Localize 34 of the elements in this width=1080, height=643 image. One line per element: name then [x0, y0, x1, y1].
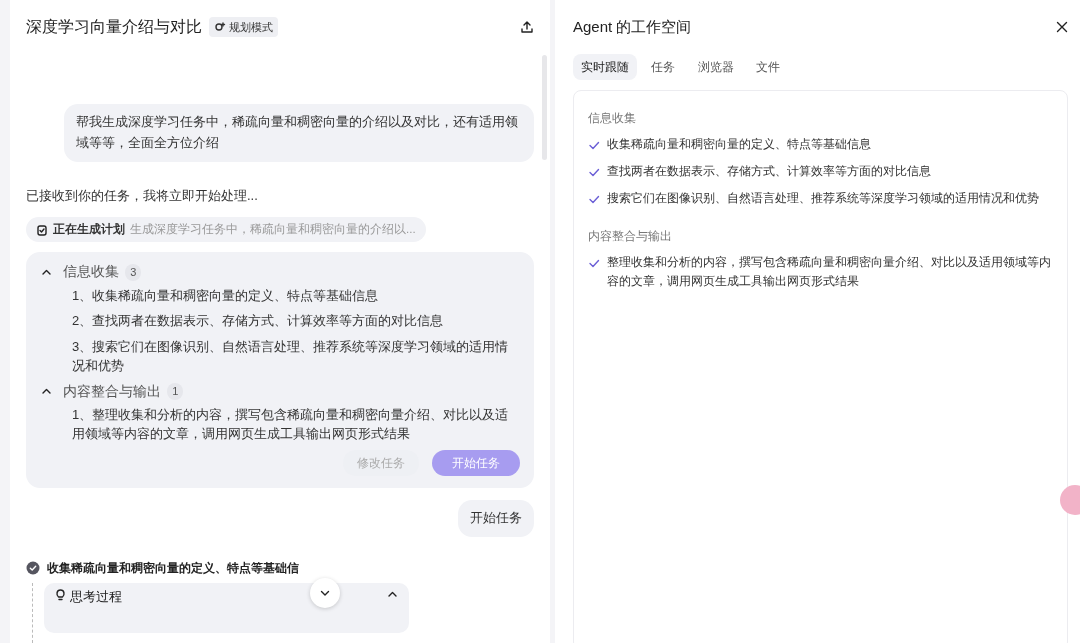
user-message: 开始任务: [457, 500, 534, 538]
chat-title: 深度学习向量介绍与对比: [26, 17, 202, 37]
plan-status-label: 正在生成计划: [53, 222, 125, 238]
thinking-label: 思考过程: [70, 589, 123, 607]
workspace-tab[interactable]: 实时跟随: [572, 54, 637, 80]
share-icon[interactable]: [519, 20, 534, 34]
user-message: 帮我生成深度学习任务中，稀疏向量和稠密向量的介绍以及对比，还有适用领域等等，全面全方位介绍: [63, 104, 534, 162]
workspace-tab[interactable]: 浏览器: [689, 54, 742, 80]
workspace-title: Agent 的工作空间: [572, 16, 692, 37]
mode-badge: 规划模式: [208, 16, 278, 38]
workspace-tab[interactable]: 任务: [643, 54, 684, 80]
lightbulb-icon: [54, 588, 67, 602]
workspace-tab[interactable]: 文件: [748, 54, 789, 80]
scrollbar[interactable]: [541, 55, 547, 160]
close-icon[interactable]: [1056, 21, 1068, 33]
clipboard-check-icon: [36, 223, 48, 236]
assistant-message: 已接收到你的任务，我将立即开始处理...: [26, 186, 259, 205]
step-title: 收集稀疏向量和稠密向量的定义、特点等基础信: [46, 560, 299, 578]
plan-step: 1、整理收集和分析的内容，撰写包含稀疏向量和稠密向量介绍、对比以及适用领域等内容的文章，调用网页生成工具输出网页形式结果: [40, 404, 520, 444]
task-item: 搜索它们在图像识别、自然语言处理、推荐系统等深度学习领域的适用情况和优势: [606, 190, 1039, 208]
plan-step: 1、收集稀疏向量和稠密向量的定义、特点等基础信息: [40, 285, 520, 306]
plan-status-summary: 生成深度学习任务中，稀疏向量和稠密向量的介绍以...: [130, 222, 416, 238]
plan-step: 3、搜索它们在图像识别、自然语言处理、推荐系统等深度学习领域的适用情况和优势: [40, 336, 520, 376]
count-badge: 1: [167, 383, 184, 400]
plan-step: 2、查找两者在数据表示、存储方式、计算效率等方面的对比信息: [40, 311, 520, 331]
plan-group-title: 信息收集: [62, 263, 119, 282]
count-badge: 3: [125, 264, 142, 281]
section-title: 信息收集: [587, 110, 637, 127]
task-item: 整理收集和分析的内容，撰写包含稀疏向量和稠密向量介绍、对比以及适用领域等内容的文章，调用网页生成工具输出网页形式结果: [606, 253, 1052, 290]
task-item: 查找两者在数据表示、存储方式、计算效率等方面的对比信息: [606, 163, 931, 181]
plan-group-title: 内容整合与输出: [62, 382, 161, 401]
task-item: 收集稀疏向量和稠密向量的定义、特点等基础信息: [606, 136, 871, 153]
section-title: 内容整合与输出: [587, 227, 673, 245]
scroll-down-button[interactable]: [310, 578, 340, 608]
